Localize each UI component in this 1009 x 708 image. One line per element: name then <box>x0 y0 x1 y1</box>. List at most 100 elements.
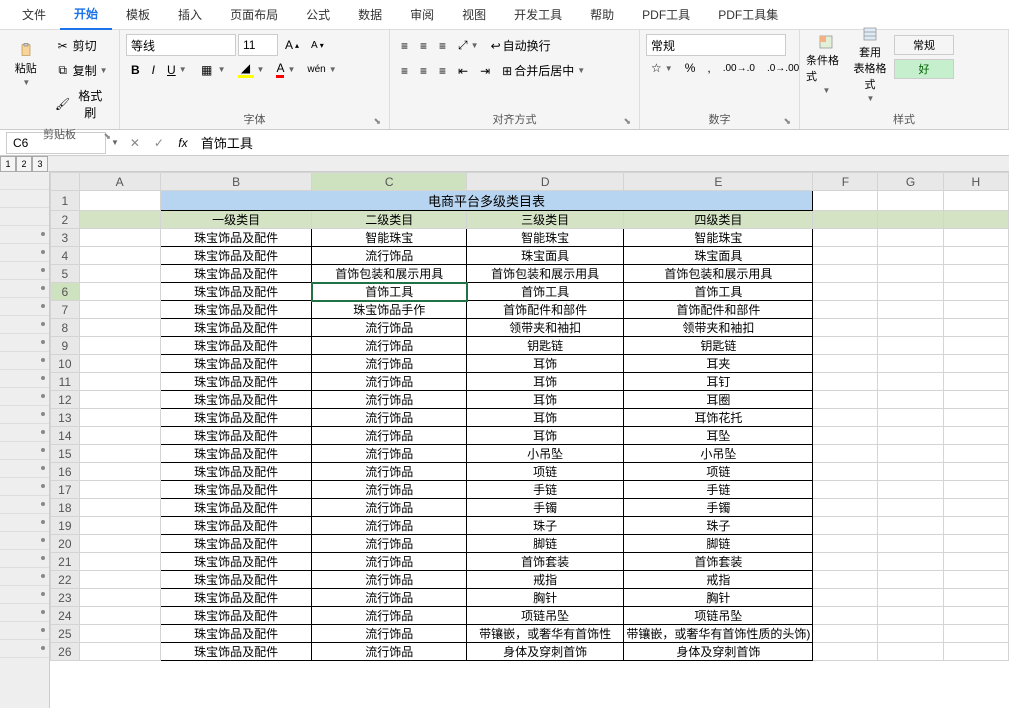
data-cell[interactable]: 珠宝饰品及配件 <box>160 427 312 445</box>
data-cell[interactable]: 流行饰品 <box>312 481 467 499</box>
data-cell[interactable]: 珠宝饰品及配件 <box>160 625 312 643</box>
outline-level-3[interactable]: 3 <box>32 156 48 172</box>
currency-button[interactable]: ☆▼ <box>646 58 678 78</box>
outline-level-1[interactable]: 1 <box>0 156 16 172</box>
outline-level-2[interactable]: 2 <box>16 156 32 172</box>
confirm-button[interactable]: ✓ <box>147 132 171 154</box>
row-header[interactable]: 6 <box>51 283 80 301</box>
data-cell[interactable]: 珠宝饰品及配件 <box>160 337 312 355</box>
row-header[interactable]: 5 <box>51 265 80 283</box>
menu-tab-review[interactable]: 审阅 <box>396 0 448 29</box>
data-cell[interactable]: 戒指 <box>467 571 624 589</box>
menu-tab-data[interactable]: 数据 <box>344 0 396 29</box>
outline-dot[interactable] <box>41 610 45 614</box>
data-cell[interactable]: 珠宝饰品及配件 <box>160 553 312 571</box>
phonetic-button[interactable]: wén▼ <box>302 61 341 78</box>
data-cell[interactable]: 珠宝饰品及配件 <box>160 319 312 337</box>
outline-dot[interactable] <box>41 502 45 506</box>
row-header[interactable]: 20 <box>51 535 80 553</box>
row-header[interactable]: 3 <box>51 229 80 247</box>
data-cell[interactable]: 珠宝饰品及配件 <box>160 355 312 373</box>
row-header[interactable]: 1 <box>51 191 80 211</box>
data-cell[interactable]: 珠宝饰品及配件 <box>160 373 312 391</box>
row-header[interactable]: 18 <box>51 499 80 517</box>
col-header-H[interactable]: H <box>943 173 1008 191</box>
conditional-format-button[interactable]: 条件格式▼ <box>806 34 846 94</box>
menu-tab-file[interactable]: 文件 <box>8 0 60 29</box>
data-cell[interactable]: 首饰套装 <box>624 553 813 571</box>
spreadsheet[interactable]: A B C D E F G H 1电商平台多级类目表2一级类目二级类目三级类目四… <box>50 172 1009 708</box>
data-cell[interactable]: 流行饰品 <box>312 337 467 355</box>
outline-dot[interactable] <box>41 376 45 380</box>
data-cell[interactable]: 耳饰 <box>467 409 624 427</box>
row-header[interactable]: 17 <box>51 481 80 499</box>
outline-dot[interactable] <box>41 574 45 578</box>
data-cell[interactable]: 流行饰品 <box>312 607 467 625</box>
align-top-button[interactable]: ≡ <box>396 36 413 56</box>
data-cell[interactable]: 钥匙链 <box>467 337 624 355</box>
col-header-E[interactable]: E <box>624 173 813 191</box>
data-cell[interactable]: 珠宝饰品及配件 <box>160 589 312 607</box>
align-launcher[interactable]: ⬊ <box>623 116 631 127</box>
data-cell[interactable]: 项链吊坠 <box>467 607 624 625</box>
outline-dot[interactable] <box>41 358 45 362</box>
percent-button[interactable]: % <box>680 58 701 78</box>
data-cell[interactable]: 流行饰品 <box>312 373 467 391</box>
indent-button[interactable]: ⇥ <box>475 61 495 81</box>
col-header-A[interactable]: A <box>79 173 160 191</box>
orientation-button[interactable]: ⤢▼ <box>453 35 484 56</box>
data-cell[interactable]: 首饰包装和展示用具 <box>312 265 467 283</box>
outline-dot[interactable] <box>41 628 45 632</box>
data-cell[interactable]: 领带夹和袖扣 <box>467 319 624 337</box>
outline-dot[interactable] <box>41 484 45 488</box>
data-cell[interactable]: 珠宝饰品及配件 <box>160 301 312 319</box>
font-color-button[interactable]: A▼ <box>271 58 300 81</box>
data-cell[interactable]: 珠子 <box>624 517 813 535</box>
bold-button[interactable]: B <box>126 60 145 80</box>
cut-button[interactable]: ✂剪切 <box>50 34 113 57</box>
outline-dot[interactable] <box>41 448 45 452</box>
data-cell[interactable]: 首饰工具 <box>467 283 624 301</box>
data-cell[interactable]: 珠宝面具 <box>624 247 813 265</box>
menu-tab-help[interactable]: 帮助 <box>576 0 628 29</box>
data-cell[interactable]: 手链 <box>624 481 813 499</box>
row-header[interactable]: 11 <box>51 373 80 391</box>
clipboard-launcher[interactable]: ⬊ <box>103 131 111 142</box>
data-cell[interactable]: 珠宝面具 <box>467 247 624 265</box>
increase-font-button[interactable]: A▴ <box>280 35 304 55</box>
data-cell[interactable]: 耳钉 <box>624 373 813 391</box>
font-launcher[interactable]: ⬊ <box>373 116 381 127</box>
data-cell[interactable]: 耳圈 <box>624 391 813 409</box>
copy-button[interactable]: ⧉复制▼ <box>50 59 113 82</box>
fx-button[interactable]: fx <box>171 132 195 154</box>
data-cell[interactable]: 流行饰品 <box>312 571 467 589</box>
data-cell[interactable]: 首饰工具 <box>312 283 467 301</box>
data-cell[interactable]: 流行饰品 <box>312 427 467 445</box>
data-cell[interactable]: 珠宝饰品及配件 <box>160 283 312 301</box>
inc-decimal-button[interactable]: .00→.0 <box>718 60 760 77</box>
data-cell[interactable]: 钥匙链 <box>624 337 813 355</box>
data-cell[interactable]: 首饰工具 <box>624 283 813 301</box>
data-cell[interactable]: 首饰配件和部件 <box>624 301 813 319</box>
number-format-select[interactable] <box>646 34 786 56</box>
data-cell[interactable]: 智能珠宝 <box>467 229 624 247</box>
data-cell[interactable]: 珠宝饰品及配件 <box>160 409 312 427</box>
menu-tab-template[interactable]: 模板 <box>112 0 164 29</box>
data-cell[interactable]: 耳饰 <box>467 391 624 409</box>
data-cell[interactable]: 首饰套装 <box>467 553 624 571</box>
table-format-button[interactable]: 套用 表格格式▼ <box>850 34 890 94</box>
data-cell[interactable]: 带镶嵌，或奢华有首饰性质的头饰) <box>624 625 813 643</box>
data-cell[interactable]: 耳饰花托 <box>624 409 813 427</box>
data-cell[interactable]: 项链吊坠 <box>624 607 813 625</box>
data-cell[interactable]: 首饰包装和展示用具 <box>624 265 813 283</box>
menu-tab-pdf[interactable]: PDF工具 <box>628 0 704 29</box>
data-cell[interactable]: 流行饰品 <box>312 319 467 337</box>
paste-button[interactable]: 粘贴 ▼ <box>6 34 46 94</box>
row-header[interactable]: 12 <box>51 391 80 409</box>
wrap-text-button[interactable]: ↩自动换行 <box>486 34 556 57</box>
row-header[interactable]: 19 <box>51 517 80 535</box>
data-cell[interactable]: 耳饰 <box>467 373 624 391</box>
data-cell[interactable]: 首饰包装和展示用具 <box>467 265 624 283</box>
format-painter-button[interactable]: 🖌格式刷 <box>50 84 113 124</box>
data-cell[interactable]: 脚链 <box>467 535 624 553</box>
